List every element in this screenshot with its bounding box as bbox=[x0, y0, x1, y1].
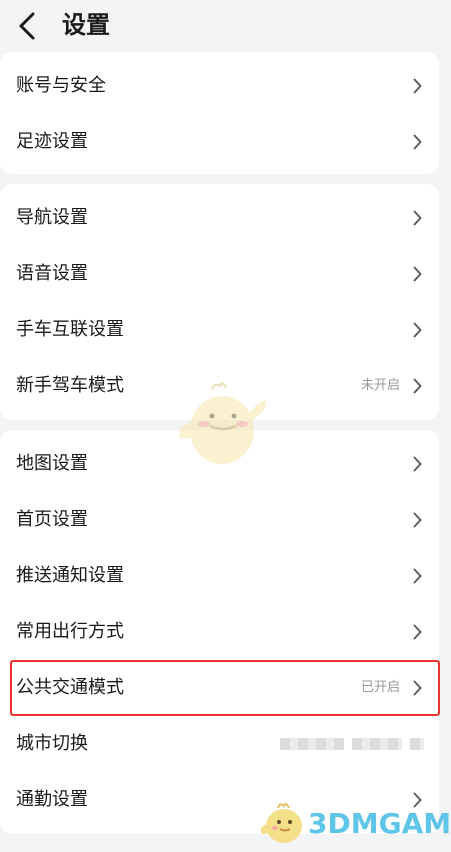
settings-item-label: 城市切换 bbox=[16, 733, 88, 754]
settings-item-label: 推送通知设置 bbox=[16, 565, 124, 586]
settings-item-phone-car-link[interactable]: 手车互联设置 bbox=[0, 302, 439, 358]
blurred-value bbox=[410, 738, 424, 750]
logo-text: 3DMGAME bbox=[308, 807, 451, 840]
blurred-value bbox=[280, 738, 344, 750]
settings-item-label: 手车互联设置 bbox=[16, 319, 124, 340]
chevron-right-icon bbox=[413, 568, 422, 584]
chevron-right-icon bbox=[413, 210, 422, 226]
chevron-right-icon bbox=[413, 378, 422, 394]
settings-item-label: 公共交通模式 bbox=[16, 677, 124, 698]
chevron-right-icon bbox=[413, 134, 422, 150]
chevron-right-icon bbox=[413, 78, 422, 94]
settings-item-label: 通勤设置 bbox=[16, 789, 88, 810]
page-title: 设置 bbox=[62, 11, 110, 39]
blurred-value bbox=[352, 738, 402, 750]
settings-item-label: 足迹设置 bbox=[16, 131, 88, 152]
settings-item-account-security[interactable]: 账号与安全 bbox=[0, 58, 439, 114]
chevron-right-icon bbox=[413, 680, 422, 696]
settings-item-footprint[interactable]: 足迹设置 bbox=[0, 114, 439, 170]
settings-item-label: 语音设置 bbox=[16, 263, 88, 284]
chevron-right-icon bbox=[413, 456, 422, 472]
settings-item-city-switch[interactable]: 城市切换 bbox=[0, 716, 439, 772]
settings-item-label: 地图设置 bbox=[16, 453, 88, 474]
settings-item-label: 账号与安全 bbox=[16, 75, 106, 96]
chevron-right-icon bbox=[413, 624, 422, 640]
chevron-right-icon bbox=[413, 512, 422, 528]
site-logo-watermark: 3DMGAME bbox=[258, 796, 451, 848]
settings-item-label: 导航设置 bbox=[16, 207, 88, 228]
settings-item-travel-mode[interactable]: 常用出行方式 bbox=[0, 604, 439, 660]
settings-group-account: 账号与安全 足迹设置 bbox=[0, 52, 439, 174]
settings-item-navigation[interactable]: 导航设置 bbox=[0, 190, 439, 246]
top-bar: 设置 bbox=[0, 0, 451, 52]
settings-group-map: 地图设置 首页设置 推送通知设置 常用出行方式 公共交通模式 已开启 城市切换 … bbox=[0, 430, 439, 834]
chevron-right-icon bbox=[413, 266, 422, 282]
settings-item-voice[interactable]: 语音设置 bbox=[0, 246, 439, 302]
status-text: 未开启 bbox=[360, 378, 400, 393]
settings-item-homepage[interactable]: 首页设置 bbox=[0, 492, 439, 548]
settings-item-public-transit-mode[interactable]: 公共交通模式 已开启 bbox=[0, 660, 439, 716]
settings-item-push-notification[interactable]: 推送通知设置 bbox=[0, 548, 439, 604]
back-arrow-icon[interactable] bbox=[14, 11, 40, 41]
mascot-watermark-icon bbox=[179, 382, 267, 464]
settings-item-label: 常用出行方式 bbox=[16, 621, 124, 642]
chevron-right-icon bbox=[413, 322, 422, 338]
settings-item-label: 首页设置 bbox=[16, 509, 88, 530]
settings-item-label: 新手驾车模式 bbox=[16, 375, 124, 396]
status-text: 已开启 bbox=[360, 680, 400, 695]
chick-logo-icon bbox=[260, 802, 302, 843]
